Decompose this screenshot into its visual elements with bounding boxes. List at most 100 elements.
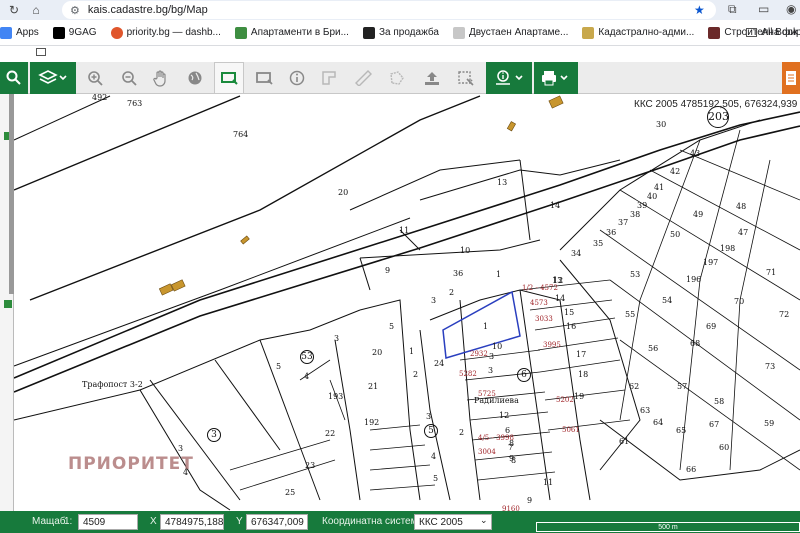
clear-selection-icon[interactable] <box>454 62 478 94</box>
parcel-label: 40 <box>647 192 658 201</box>
parcel-label: 17 <box>576 350 587 359</box>
reload-icon[interactable]: ↻ <box>6 2 22 18</box>
parcel-label: 30 <box>656 120 667 129</box>
9gag-icon <box>52 26 65 39</box>
parcel-label: 19 <box>574 392 585 401</box>
all-bookmarks[interactable]: All Book <box>746 27 798 38</box>
parcel-label: 2 <box>413 370 419 379</box>
district-number: 3 <box>207 428 221 442</box>
parcel-label: 5 <box>276 362 282 371</box>
home-icon[interactable]: ⌂ <box>28 2 44 18</box>
bookmark-star-icon[interactable]: ★ <box>694 3 705 17</box>
ruler-icon[interactable] <box>352 62 374 94</box>
parcel-label: 14 <box>550 201 561 210</box>
globe-icon[interactable] <box>184 62 206 94</box>
bookmark-cadastre[interactable]: Кадастрално-адми... <box>582 26 695 39</box>
place-name: Трафопост 3-2 <box>82 380 143 389</box>
parcel-label: 22 <box>325 429 336 438</box>
bookmarks-bar: Apps 9GAG priority.bg — dashb... Апартам… <box>0 20 800 46</box>
scale-input[interactable]: 4509 <box>78 514 138 530</box>
bookmark-label: За продажба <box>378 27 439 38</box>
for-sale-icon <box>362 26 375 39</box>
cadastral-map[interactable]: ККС 2005 4785192,505, 676324,939 ПРИОРИТ… <box>0 94 800 533</box>
parcel-label: 57 <box>677 382 688 391</box>
y-coordinate-field[interactable]: 676347,009 <box>246 514 308 530</box>
x-coordinate-field[interactable]: 4784975,188 <box>160 514 224 530</box>
bookmark-for-sale[interactable]: За продажба <box>362 26 439 39</box>
polygon-measure-icon[interactable] <box>386 62 408 94</box>
bookmark-priority[interactable]: priority.bg — dashb... <box>110 26 221 39</box>
info-icon[interactable] <box>286 62 308 94</box>
scale-label: Мащаб <box>32 516 66 527</box>
parcel-label: 69 <box>706 322 717 331</box>
parcel-label: 192 <box>364 418 380 427</box>
parcel-label: 62 <box>629 382 640 391</box>
parcel-label: 12 <box>499 411 510 420</box>
parcel-label: 4 <box>183 468 189 477</box>
print-dropdown[interactable] <box>534 62 578 94</box>
bookmark-label: 9GAG <box>68 27 97 38</box>
profile-icon[interactable]: ◉ <box>786 2 796 16</box>
parcel-label: 21 <box>368 382 379 391</box>
parcel-label: 64 <box>653 418 664 427</box>
chevron-down-icon[interactable]: ⌄ <box>480 515 488 526</box>
parcel-label: 492 <box>92 94 108 102</box>
parcel-label: 66 <box>686 465 697 474</box>
document-icon[interactable] <box>782 62 800 94</box>
pan-hand-icon[interactable] <box>150 62 172 94</box>
parcel-label: 47 <box>738 228 749 237</box>
zoom-out-icon[interactable] <box>118 62 140 94</box>
parcel-label: 764 <box>233 130 249 139</box>
parcel-label: 11 <box>543 478 554 487</box>
bookmark-label: Апартаменти в Бри... <box>250 27 349 38</box>
url-text: kais.cadastre.bg/bg/Map <box>87 4 208 16</box>
parcel-label: 2 <box>459 428 465 437</box>
bookmark-9gag[interactable]: 9GAG <box>52 26 97 39</box>
parcel-label: 36 <box>453 269 464 278</box>
site-info-icon[interactable]: ⚙ <box>70 4 80 17</box>
parcel-id-label: 3995 <box>543 341 561 349</box>
parcel-label: 198 <box>720 244 736 253</box>
parcel-label: 1 <box>496 270 502 279</box>
zoom-in-icon[interactable] <box>84 62 106 94</box>
search-icon[interactable] <box>0 62 28 94</box>
tab-icon <box>36 48 46 56</box>
bookmark-two-room[interactable]: Двустаен Апартаме... <box>452 26 568 39</box>
parcel-label: 72 <box>779 310 790 319</box>
measure-area-icon[interactable] <box>318 62 340 94</box>
cadastre-icon <box>582 26 595 39</box>
prev-extent-icon[interactable] <box>252 62 276 94</box>
parcel-label: 59 <box>764 419 775 428</box>
address-bar[interactable]: ⚙ kais.cadastre.bg/bg/Map <box>62 1 716 19</box>
parcel-label: 56 <box>648 344 659 353</box>
extensions-icon[interactable]: ⧉ <box>728 2 737 17</box>
identify-dropdown[interactable] <box>486 62 532 94</box>
parcel-label: 23 <box>305 461 316 470</box>
bookmark-apartments[interactable]: Апартаменти в Бри... <box>234 26 349 39</box>
upload-icon[interactable] <box>420 62 444 94</box>
parcel-label: 3 <box>178 444 184 453</box>
sidebar-icon[interactable]: ▭ <box>758 2 769 16</box>
select-extent-icon[interactable] <box>214 62 244 94</box>
parcel-id-label: 2932 <box>470 350 488 358</box>
side-scrollbar[interactable] <box>9 94 14 294</box>
bookmark-apps[interactable]: Apps <box>0 26 39 39</box>
parcel-label: 65 <box>676 426 687 435</box>
parcel-label: 16 <box>566 322 577 331</box>
parcel-label: 68 <box>690 339 701 348</box>
map-toolbar <box>0 62 800 94</box>
parcel-label: 14 <box>555 294 566 303</box>
two-room-icon <box>452 26 465 39</box>
layers-button[interactable] <box>30 62 76 94</box>
parcel-label: 11 <box>399 226 410 235</box>
parcel-id-label: 3033 <box>535 315 553 323</box>
construction-icon <box>708 26 721 39</box>
x-label: X <box>150 516 157 527</box>
bookmark-label: Кадастрално-адми... <box>598 27 695 38</box>
parcel-label: 70 <box>734 297 745 306</box>
apps-grid-icon <box>0 26 12 39</box>
parcel-label: 49 <box>693 210 704 219</box>
parcel-label: 196 <box>686 275 702 284</box>
parcel-label: 38 <box>630 210 641 219</box>
parcel-label: 24 <box>434 359 445 368</box>
